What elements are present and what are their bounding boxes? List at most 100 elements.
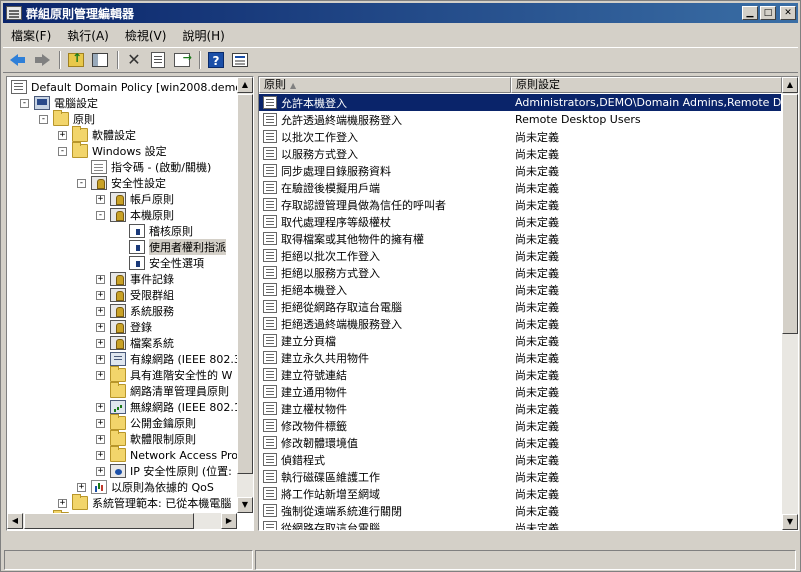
tree-item[interactable]: + 事件記錄 [96, 271, 174, 287]
tree-vertical-scrollbar[interactable]: ▲ ▼ [237, 77, 253, 513]
scroll-thumb[interactable] [782, 94, 798, 334]
title-bar[interactable]: 群組原則管理編輯器 ▁ □ ✕ [3, 3, 798, 23]
tree-item[interactable]: + 無線網路 (IEEE 802.1 [96, 399, 237, 415]
policy-row[interactable]: 建立分頁檔 尚未定義 [259, 332, 782, 349]
tree-item[interactable]: + 有線網路 (IEEE 802.3 [96, 351, 237, 367]
policy-row[interactable]: 存取認證管理員做為信任的呼叫者 尚未定義 [259, 196, 782, 213]
scroll-up-button[interactable]: ▲ [237, 77, 253, 93]
show-hide-tree-button[interactable] [89, 49, 111, 71]
scroll-down-button[interactable]: ▼ [782, 514, 798, 530]
tree-item[interactable]: + 受限群組 [96, 287, 174, 303]
collapse-icon[interactable]: - [20, 98, 29, 108]
expand-icon[interactable]: + [96, 402, 105, 412]
policy-row[interactable]: 拒絕透過終端機服務登入 尚未定義 [259, 315, 782, 332]
tree-item[interactable]: + 系統服務 [96, 303, 174, 319]
scroll-down-button[interactable]: ▼ [237, 497, 253, 513]
tree-item[interactable]: - 本機原則 [96, 207, 174, 223]
scroll-left-button[interactable]: ◀ [7, 513, 23, 529]
policy-row[interactable]: 建立通用物件 尚未定義 [259, 383, 782, 400]
tree-item[interactable]: + IP 安全性原則 (位置: [96, 463, 232, 479]
tree-item[interactable]: + 公開金鑰原則 [96, 414, 196, 431]
policy-row[interactable]: 拒絕從網路存取這台電腦 尚未定義 [259, 298, 782, 315]
expand-icon[interactable]: + [96, 434, 105, 444]
tree-item[interactable]: 網路清單管理員原則 [96, 382, 229, 399]
policy-row[interactable]: 建立符號連結 尚未定義 [259, 366, 782, 383]
tree-item[interactable]: + 登錄 [96, 319, 152, 335]
tree-item[interactable]: - 原則 [39, 110, 95, 127]
export-list-button[interactable] [171, 49, 193, 71]
properties-button[interactable] [147, 49, 169, 71]
close-button[interactable]: ✕ [780, 6, 796, 20]
expand-icon[interactable]: + [77, 482, 86, 492]
tree-item[interactable]: 稽核原則 [115, 223, 193, 239]
policy-row[interactable]: 拒絕本機登入 尚未定義 [259, 281, 782, 298]
tree-item[interactable]: + 軟體設定 [58, 126, 136, 143]
policy-row[interactable]: 執行磁碟區維護工作 尚未定義 [259, 468, 782, 485]
tree-item[interactable]: + 軟體限制原則 [96, 430, 196, 447]
menu-view[interactable]: 檢視(V) [117, 27, 175, 44]
expand-icon[interactable]: + [96, 466, 105, 476]
scroll-right-button[interactable]: ▶ [221, 513, 237, 529]
tree-horizontal-scrollbar[interactable]: ◀ ▶ [7, 513, 237, 529]
policy-row[interactable]: 修改韌體環境值 尚未定義 [259, 434, 782, 451]
policy-row[interactable]: 取代處理程序等級權杖 尚未定義 [259, 213, 782, 230]
gpo-editor-app-icon[interactable] [6, 6, 22, 20]
expand-icon[interactable]: + [96, 370, 105, 380]
scroll-thumb[interactable] [24, 513, 194, 529]
expand-icon[interactable]: + [58, 130, 67, 140]
policy-row[interactable]: 拒絕以服務方式登入 尚未定義 [259, 264, 782, 281]
collapse-icon[interactable]: - [77, 178, 86, 188]
minimize-button[interactable]: ▁ [742, 6, 758, 20]
policy-row[interactable]: 建立權杖物件 尚未定義 [259, 400, 782, 417]
delete-button[interactable]: ✕ [123, 49, 145, 71]
policy-row[interactable]: 建立永久共用物件 尚未定義 [259, 349, 782, 366]
policy-row[interactable]: 從網路存取這台電腦 尚未定義 [259, 519, 782, 530]
help-button[interactable]: ? [205, 49, 227, 71]
column-header-policy-setting[interactable]: 原則設定 [511, 77, 782, 93]
tree-item[interactable]: + 具有進階安全性的 W [96, 366, 232, 383]
expand-icon[interactable]: + [96, 338, 105, 348]
policy-row[interactable]: 取得檔案或其他物件的擁有權 尚未定義 [259, 230, 782, 247]
tree-item[interactable]: 使用者權利指派 [115, 239, 226, 255]
policy-row[interactable]: 強制從遠端系統進行關閉 尚未定義 [259, 502, 782, 519]
scroll-up-button[interactable]: ▲ [782, 77, 798, 93]
collapse-icon[interactable]: - [58, 146, 67, 156]
tree-item[interactable]: - 安全性設定 [77, 175, 166, 191]
expand-icon[interactable]: + [96, 306, 105, 316]
tree-item[interactable]: + 系統管理範本: 已從本機電腦 [58, 494, 231, 511]
policy-row[interactable]: 修改物件標籤 尚未定義 [259, 417, 782, 434]
expand-icon[interactable]: + [96, 354, 105, 364]
expand-icon[interactable]: + [96, 450, 105, 460]
collapse-icon[interactable]: - [39, 114, 48, 124]
tree-item[interactable]: 安全性選項 [115, 255, 204, 271]
forward-button[interactable] [31, 49, 53, 71]
policy-row[interactable]: 以批次工作登入 尚未定義 [259, 128, 782, 145]
tree-item[interactable]: - 電腦設定 [20, 95, 98, 111]
policy-row[interactable]: 在驗證後模擬用戶端 尚未定義 [259, 179, 782, 196]
policy-row[interactable]: 允許本機登入 Administrators,DEMO\Domain Admins,… [259, 94, 782, 111]
tree-item[interactable]: + 以原則為依據的 QoS [77, 479, 214, 495]
maximize-button[interactable]: □ [760, 6, 776, 20]
expand-icon[interactable]: + [96, 290, 105, 300]
policy-row[interactable]: 將工作站新增至網域 尚未定義 [259, 485, 782, 502]
scroll-thumb[interactable] [237, 94, 253, 474]
collapse-icon[interactable]: - [96, 210, 105, 220]
column-header-policy[interactable]: 原則 ▲ [259, 77, 511, 93]
expand-icon[interactable]: + [96, 274, 105, 284]
back-button[interactable] [7, 49, 29, 71]
show-action-pane-button[interactable] [229, 49, 251, 71]
menu-file[interactable]: 檔案(F) [3, 27, 59, 44]
tree-item[interactable]: + 帳戶原則 [96, 191, 174, 207]
tree-item[interactable]: + Network Access Protect [96, 446, 237, 463]
tree-item[interactable]: + 檔案系統 [96, 335, 174, 351]
menu-help[interactable]: 說明(H) [174, 27, 232, 44]
policy-row[interactable]: 同步處理目錄服務資料 尚未定義 [259, 162, 782, 179]
tree-item[interactable]: 指令碼 - (啟動/關機) [77, 159, 211, 175]
expand-icon[interactable]: + [96, 418, 105, 428]
policy-row[interactable]: 拒絕以批次工作登入 尚未定義 [259, 247, 782, 264]
policy-row[interactable]: 偵錯程式 尚未定義 [259, 451, 782, 468]
policy-row[interactable]: 以服務方式登入 尚未定義 [259, 145, 782, 162]
expand-icon[interactable]: + [96, 194, 105, 204]
policy-row[interactable]: 允許透過終端機服務登入 Remote Desktop Users [259, 111, 782, 128]
expand-icon[interactable]: + [58, 498, 67, 508]
